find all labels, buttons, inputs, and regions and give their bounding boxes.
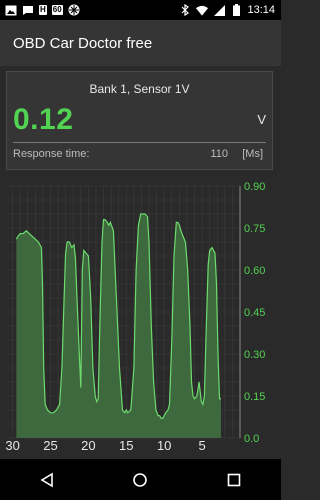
battery-icon (230, 4, 242, 16)
y-tick-label: 0.15 (244, 391, 265, 403)
bluetooth-icon (179, 4, 191, 16)
nav-bar (0, 459, 281, 500)
y-tick-label: 0.60 (244, 265, 265, 277)
back-button[interactable] (22, 462, 72, 498)
clock: 13:14 (247, 4, 275, 16)
signal-icon (213, 4, 225, 16)
card-divider (13, 142, 266, 143)
home-button[interactable] (115, 462, 165, 498)
status-bar: H 60 13:14 (0, 0, 281, 20)
h-box-icon: H (39, 5, 47, 15)
chat-icon (22, 4, 34, 16)
y-tick-label: 0.75 (244, 223, 265, 235)
recents-icon (227, 473, 241, 486)
sensor-unit: V (257, 112, 266, 127)
sensor-name: Bank 1, Sensor 1V (89, 82, 190, 96)
y-tick-label: 0.90 (244, 181, 265, 193)
response-time-value: 110 (210, 148, 228, 160)
x-tick-label: 25 (43, 438, 57, 452)
back-icon (40, 472, 53, 487)
sensor-card: Bank 1, Sensor 1V 0.12 V Response time: … (6, 71, 273, 170)
response-time-unit: [Ms] (242, 148, 263, 160)
chart-svg: 0.90 0.75 0.60 0.45 0.30 0.15 0.0 30 25 20 15 10 5 (0, 178, 281, 453)
x-tick-label: 10 (157, 438, 171, 452)
image-icon (5, 4, 17, 16)
y-tick-label: 0.0 (244, 433, 259, 445)
response-time-label: Response time: (13, 148, 90, 160)
x-tick-label: 20 (81, 438, 95, 452)
y-tick-label: 0.45 (244, 307, 265, 319)
x-tick-label: 30 (5, 438, 19, 452)
grid-app-icon (68, 4, 80, 16)
recents-button[interactable] (209, 462, 259, 498)
sensor-chart[interactable]: 0.90 0.75 0.60 0.45 0.30 0.15 0.0 30 25 20 15 10 5 (0, 178, 281, 453)
60-box-icon: 60 (51, 5, 63, 15)
status-bar-right: 13:14 (179, 4, 281, 16)
status-bar-left: H 60 (0, 4, 80, 16)
y-tick-label: 0.30 (244, 349, 265, 361)
wifi-icon (196, 4, 209, 16)
home-icon (133, 472, 148, 487)
x-tick-label: 15 (119, 438, 133, 452)
app-title: OBD Car Doctor free (13, 34, 153, 52)
app-bar: OBD Car Doctor free (0, 20, 281, 66)
x-tick-label: 5 (198, 438, 205, 452)
sensor-value: 0.12 (13, 103, 74, 136)
